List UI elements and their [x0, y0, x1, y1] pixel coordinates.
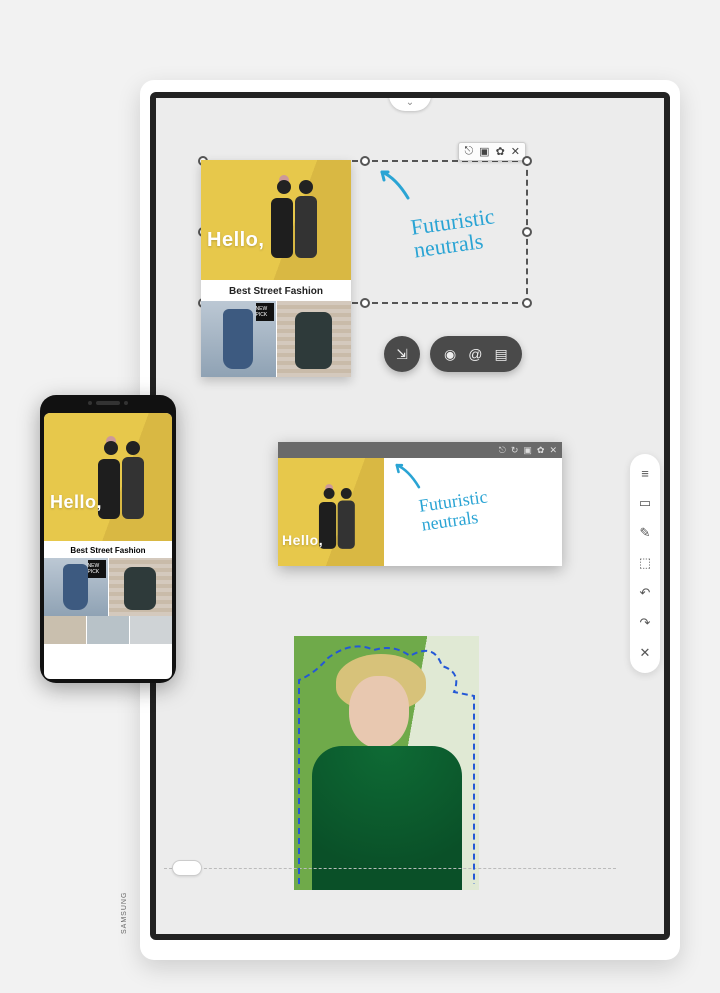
- thumb-row: NEW PICK: [44, 558, 172, 616]
- settings-icon[interactable]: ✿: [496, 145, 505, 158]
- thumb-row: NEW PICK: [201, 301, 351, 377]
- capture-pill: ◉ @ ▤: [430, 336, 522, 372]
- resize-handle[interactable]: [360, 156, 370, 166]
- thumb-image[interactable]: [277, 301, 352, 377]
- lock-icon[interactable]: ⎋: [464, 145, 473, 158]
- crop-icon[interactable]: ▣: [523, 445, 532, 456]
- hero-text: Hello,: [50, 492, 102, 513]
- handwriting-annotation: Futuristic neutrals: [409, 204, 499, 261]
- close-icon[interactable]: ✕: [549, 445, 557, 456]
- figure-illustration: [259, 170, 339, 280]
- resize-handle[interactable]: [522, 156, 532, 166]
- side-toolbar: ≡ ▭ ✎ ⬚ ↶ ↷ ✕: [630, 454, 660, 673]
- note-icon[interactable]: ▭: [639, 495, 651, 511]
- selection-toolbar: ⎋ ▣ ✿ ✕: [458, 142, 526, 161]
- phone-notch: [85, 401, 131, 406]
- thumb-image[interactable]: [87, 616, 130, 644]
- phone-screen[interactable]: Hello, Best Street Fashion NEW PICK: [44, 413, 172, 679]
- snapshot-note: Futuristic neutrals: [384, 458, 562, 566]
- flip-canvas[interactable]: ⌄ ⎋ ▣ ✿ ✕ Futuristic neutrals: [150, 92, 670, 940]
- page-handle[interactable]: [172, 860, 202, 876]
- thumb-image[interactable]: [44, 616, 87, 644]
- arrow-annotation: [390, 460, 424, 494]
- edit-icon[interactable]: ✎: [640, 525, 651, 541]
- phone-device: Hello, Best Street Fashion NEW PICK: [40, 395, 176, 683]
- handwriting-annotation: Futuristic neutrals: [418, 487, 492, 534]
- thumb-image[interactable]: [109, 558, 173, 616]
- thumb-tag: NEW PICK: [88, 560, 106, 578]
- chevron-down-icon: ⌄: [406, 97, 414, 108]
- cast-icon: ⇲: [396, 346, 408, 363]
- document-icon[interactable]: ▤: [494, 346, 507, 363]
- snapshot-window[interactable]: ⎋ ↻ ▣ ✿ ✕ Hello, Futuristic neutrals: [278, 442, 562, 566]
- settings-icon[interactable]: ✿: [537, 445, 545, 456]
- hero-image: Hello,: [278, 458, 384, 566]
- resize-handle[interactable]: [360, 298, 370, 308]
- arrow-annotation: [374, 166, 414, 206]
- snapshot-titlebar[interactable]: ⎋ ↻ ▣ ✿ ✕: [278, 442, 562, 458]
- thumb-image[interactable]: [130, 616, 172, 644]
- lock-icon[interactable]: ⎋: [499, 445, 506, 456]
- face-shape: [349, 676, 409, 748]
- card-heading: Best Street Fashion: [44, 541, 172, 558]
- thumb-tag: NEW PICK: [256, 303, 274, 321]
- page-divider: [164, 868, 616, 869]
- flip-board-device: SAMSUNG ⌄ ⎋ ▣ ✿ ✕ Futuristic neutrals: [140, 80, 680, 960]
- hero-image: Hello,: [44, 413, 172, 541]
- resize-handle[interactable]: [522, 227, 532, 237]
- thumb-row: [44, 616, 172, 644]
- close-icon[interactable]: ✕: [640, 645, 651, 661]
- portrait-image[interactable]: [294, 636, 479, 890]
- fashion-card[interactable]: Hello, Best Street Fashion NEW PICK: [201, 160, 351, 377]
- card-heading: Best Street Fashion: [201, 280, 351, 301]
- rotate-icon[interactable]: ↻: [511, 445, 519, 456]
- snapshot-body: Hello, Futuristic neutrals: [278, 458, 562, 566]
- redo-icon[interactable]: ↷: [640, 615, 651, 631]
- hero-image: Hello,: [201, 160, 351, 280]
- thumb-image[interactable]: NEW PICK: [201, 301, 277, 377]
- figure-illustration: [86, 431, 166, 541]
- close-icon[interactable]: ✕: [511, 145, 520, 158]
- menu-icon[interactable]: ≡: [641, 466, 649, 481]
- camera-icon[interactable]: ◉: [444, 346, 456, 363]
- undo-icon[interactable]: ↶: [640, 585, 651, 601]
- email-icon[interactable]: @: [468, 346, 482, 362]
- select-icon[interactable]: ⬚: [639, 555, 651, 571]
- hero-text: Hello,: [282, 532, 323, 548]
- expand-handle[interactable]: ⌄: [389, 93, 431, 111]
- hero-text: Hello,: [207, 229, 264, 252]
- brand-label: SAMSUNG: [121, 892, 128, 934]
- thumb-image[interactable]: NEW PICK: [44, 558, 109, 616]
- figure-illustration: [310, 480, 372, 566]
- cast-pill[interactable]: ⇲: [384, 336, 420, 372]
- crop-icon[interactable]: ▣: [479, 145, 489, 158]
- resize-handle[interactable]: [522, 298, 532, 308]
